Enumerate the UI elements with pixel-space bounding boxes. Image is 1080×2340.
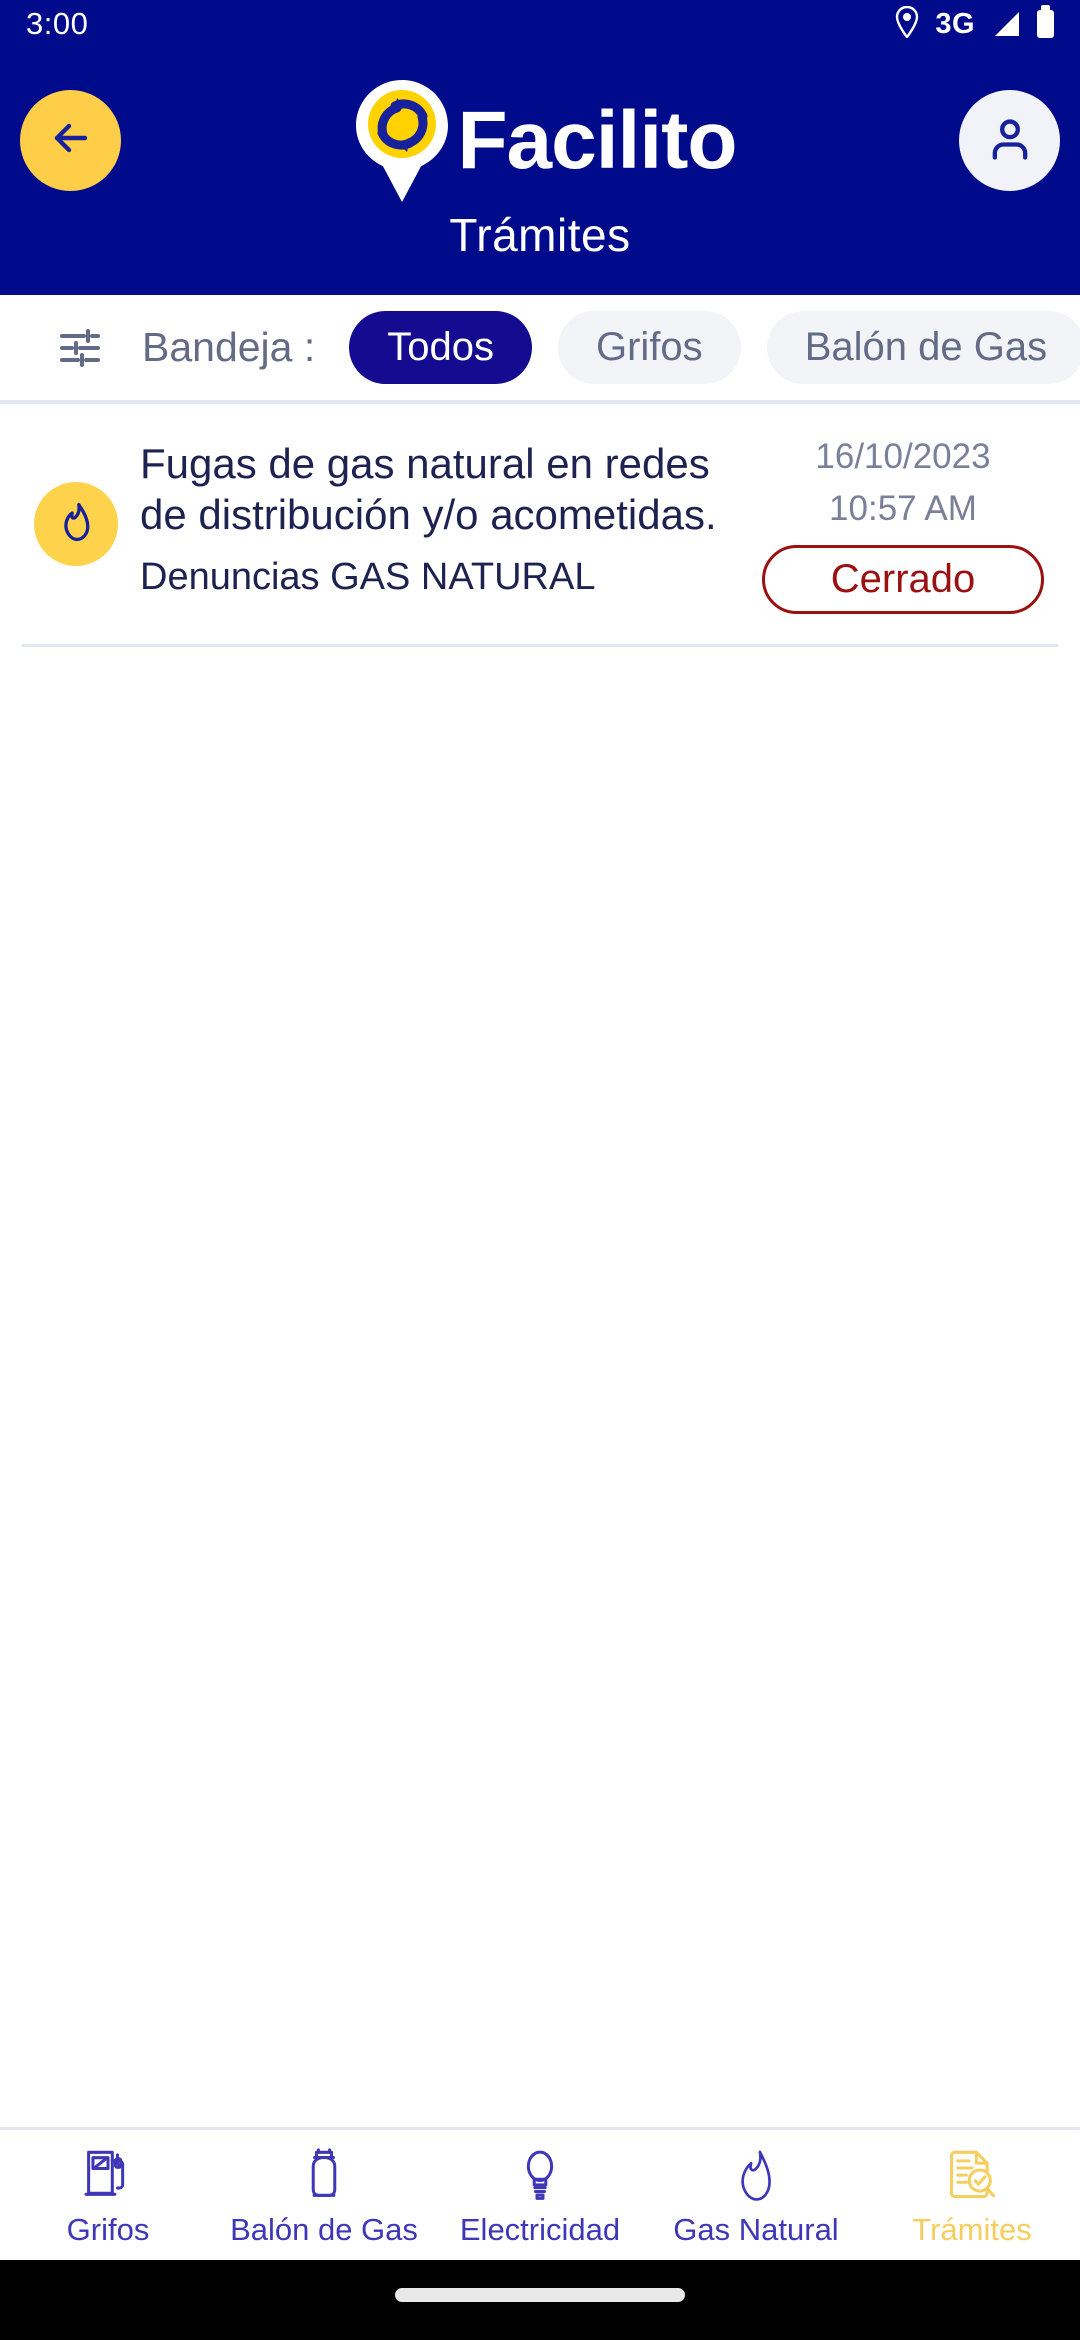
list-row-separator — [22, 643, 1058, 647]
location-pin-icon — [895, 5, 919, 43]
nav-item-balon-de-gas[interactable]: Balón de Gas — [216, 2142, 432, 2248]
sliders-filter-icon[interactable] — [56, 324, 104, 372]
list-item-meta: 16/10/2023 10:57 AM Cerrado — [754, 437, 1052, 614]
status-indicators: 3G — [895, 5, 1054, 43]
nav-label-balon-de-gas: Balón de Gas — [230, 2212, 418, 2247]
gesture-pill[interactable] — [395, 2288, 685, 2302]
status-badge: Cerrado — [762, 544, 1044, 614]
gas-cylinder-icon — [301, 2142, 347, 2204]
filter-label: Bandeja : — [142, 324, 316, 370]
nav-item-tramites[interactable]: Trámites — [864, 2142, 1080, 2248]
list-item-avatar — [34, 482, 118, 566]
page-title: Trámites — [449, 209, 631, 261]
user-avatar-icon — [984, 112, 1036, 169]
brand-name: Facilito — [457, 95, 737, 186]
network-type: 3G — [935, 7, 975, 40]
battery-icon — [1037, 5, 1054, 38]
bottom-navigation: Grifos Balón de Gas Electricidad Gas Nat… — [0, 2130, 1080, 2260]
list-item[interactable]: Fugas de gas natural en redes de distrib… — [0, 404, 1080, 644]
nav-label-gas-natural: Gas Natural — [673, 2212, 839, 2247]
filter-chip-grifos[interactable]: Grifos — [558, 311, 741, 384]
flame-icon — [733, 2142, 779, 2204]
profile-button[interactable] — [959, 90, 1060, 191]
nav-item-grifos[interactable]: Grifos — [0, 2142, 216, 2248]
flame-icon — [54, 500, 98, 549]
light-bulb-icon — [518, 2142, 562, 2204]
nav-label-grifos: Grifos — [66, 2212, 150, 2247]
filter-chip-balon-de-gas[interactable]: Balón de Gas — [766, 311, 1080, 384]
filter-chip-todos[interactable]: Todos — [349, 311, 532, 384]
list-item-title: Fugas de gas natural en redes de distrib… — [140, 440, 717, 539]
tramites-list: Fugas de gas natural en redes de distrib… — [0, 404, 1080, 2130]
app-screen: 3:00 3G Facilito Trámites Bandeja: Todo… — [0, 0, 1080, 2340]
facilito-pin-logo — [343, 76, 461, 206]
list-item-subtitle: Denuncias GAS NATURAL — [140, 556, 596, 599]
system-gesture-bar — [0, 2260, 1080, 2340]
list-item-time: 10:57 AM — [829, 488, 977, 528]
list-item-content: Fugas de gas natural en redes de distrib… — [140, 438, 754, 599]
filter-chip-list: Todos Grifos Balón de Gas — [349, 311, 1080, 384]
document-search-icon — [947, 2142, 997, 2204]
status-bar: 3:00 3G — [0, 0, 1080, 48]
nav-label-tramites: Trámites — [912, 2212, 1032, 2247]
fuel-pump-icon — [81, 2142, 135, 2204]
nav-item-gas-natural[interactable]: Gas Natural — [648, 2142, 864, 2248]
list-item-date: 16/10/2023 — [815, 437, 991, 476]
brand: Facilito — [0, 76, 1080, 206]
app-bar: Facilito Trámites — [0, 48, 1080, 295]
signal-icon — [991, 11, 1021, 37]
nav-label-electricidad: Electricidad — [459, 2212, 621, 2247]
status-time: 3:00 — [26, 6, 89, 41]
nav-item-electricidad[interactable]: Electricidad — [432, 2142, 648, 2248]
filter-bar: Bandeja : Todos Grifos Balón de Gas — [0, 295, 1080, 400]
